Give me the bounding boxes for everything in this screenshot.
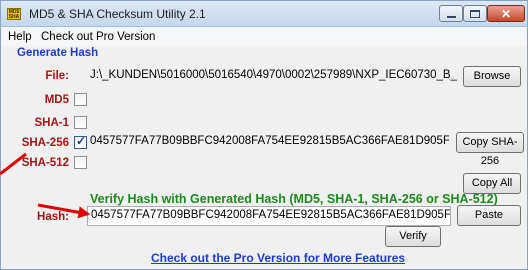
- paste-button[interactable]: Paste: [457, 205, 521, 226]
- sha256-checkbox[interactable]: ✓: [74, 134, 87, 149]
- close-button[interactable]: ✕: [487, 5, 525, 22]
- title-bar[interactable]: MD5 SHA MD5 & SHA Checksum Utility 2.1 ✕: [1, 1, 527, 27]
- file-path-field[interactable]: J:\_KUNDEN\5016000\5016540\4970\0002\257…: [87, 67, 457, 87]
- close-icon: ✕: [500, 6, 512, 21]
- copy-sha256-button[interactable]: Copy SHA-256: [456, 132, 524, 167]
- verify-hash-title: Verify Hash with Generated Hash (MD5, SH…: [90, 192, 498, 206]
- file-label: File:: [45, 70, 69, 82]
- sha512-label: SHA-512: [21, 157, 69, 169]
- sha256-value-field[interactable]: 0457577FA77B09BBFC942008FA754EE92815B5AC…: [87, 133, 449, 153]
- verify-button[interactable]: Verify: [385, 226, 441, 247]
- window-title: MD5 & SHA Checksum Utility 2.1: [29, 7, 206, 21]
- app-window: MD5 SHA MD5 & SHA Checksum Utility 2.1 ✕…: [0, 0, 528, 270]
- md5-checkbox[interactable]: [74, 93, 87, 106]
- menu-bar: Help Check out Pro Version: [2, 28, 526, 46]
- app-icon: MD5 SHA: [7, 8, 21, 20]
- sha256-label: SHA-256: [21, 137, 69, 149]
- generate-hash-title: Generate Hash: [17, 47, 99, 59]
- sha1-checkbox[interactable]: [74, 116, 87, 129]
- menu-help[interactable]: Help: [8, 31, 32, 43]
- minimize-icon: [446, 15, 456, 18]
- browse-button[interactable]: Browse: [463, 66, 521, 87]
- verify-hash-input[interactable]: 0457577FA77B09BBFC942008FA754EE92815B5AC…: [87, 206, 451, 226]
- copy-all-button[interactable]: Copy All: [463, 173, 521, 194]
- pro-version-link[interactable]: Check out the Pro Version for More Featu…: [151, 251, 405, 265]
- maximize-icon: [470, 9, 480, 18]
- maximize-button[interactable]: [463, 5, 487, 22]
- checkmark-icon: ✓: [76, 134, 87, 148]
- minimize-button[interactable]: [439, 5, 463, 22]
- sha1-label: SHA-1: [34, 117, 69, 129]
- hash-label: Hash:: [37, 211, 69, 223]
- menu-check-pro[interactable]: Check out Pro Version: [41, 31, 155, 43]
- md5-label: MD5: [44, 94, 69, 106]
- sha512-checkbox[interactable]: [74, 156, 87, 169]
